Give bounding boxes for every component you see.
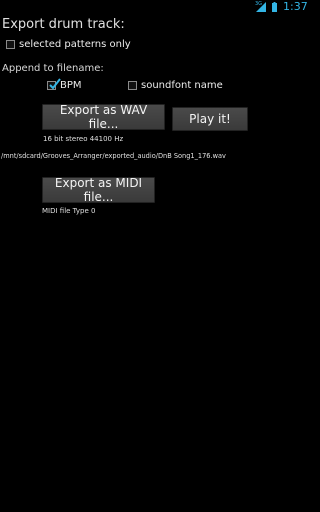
export-midi-button[interactable]: Export as MIDI file...: [42, 176, 155, 204]
page-title: Export drum track:: [2, 17, 125, 32]
checkbox-box[interactable]: [128, 81, 137, 90]
selected-patterns-checkbox[interactable]: selected patterns only: [6, 39, 131, 50]
battery-icon: [272, 2, 277, 12]
checkbox-box[interactable]: [47, 78, 61, 90]
wav-path-text: /mnt/sdcard/Grooves_Arranger/exported_au…: [1, 152, 226, 160]
signal-icon: [256, 2, 266, 12]
wav-format-text: 16 bit stereo 44100 Hz: [43, 135, 124, 143]
selected-patterns-label: selected patterns only: [19, 39, 131, 50]
midi-format-text: MIDI file Type 0: [42, 207, 96, 215]
soundfont-checkbox[interactable]: soundfont name: [128, 80, 223, 91]
play-button[interactable]: Play it!: [172, 107, 248, 131]
append-filename-label: Append to filename:: [2, 63, 104, 74]
status-bar: 3G 1:37: [0, 0, 308, 14]
bpm-label: BPM: [60, 80, 82, 91]
bpm-checkbox[interactable]: BPM: [47, 78, 82, 91]
export-wav-button[interactable]: Export as WAV file...: [42, 103, 165, 131]
clock: 1:37: [283, 0, 308, 13]
checkmark-icon: [49, 78, 61, 90]
checkbox-box[interactable]: [6, 40, 15, 49]
soundfont-label: soundfont name: [141, 80, 223, 91]
